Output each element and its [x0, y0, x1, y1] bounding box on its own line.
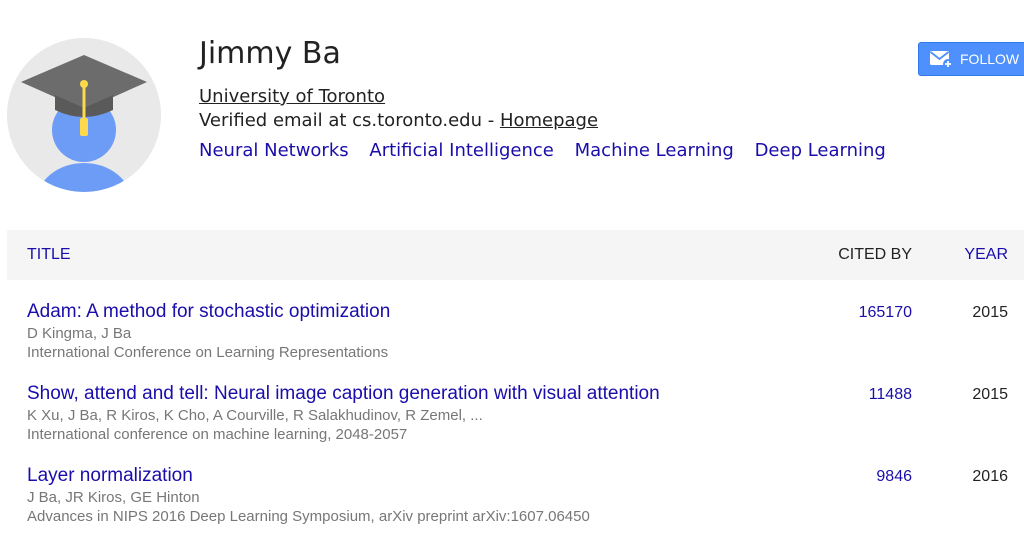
article-year: 2015: [972, 304, 1008, 321]
title-column-header[interactable]: TITLE: [27, 246, 71, 264]
cited-by-link[interactable]: 9846: [876, 468, 912, 486]
article-title-link[interactable]: Show, attend and tell: Neural image capt…: [27, 383, 660, 405]
interest-link[interactable]: Machine Learning: [575, 140, 734, 161]
follow-button[interactable]: FOLLOW: [918, 42, 1024, 76]
year-column-header[interactable]: YEAR: [964, 246, 1008, 264]
follow-label: FOLLOW: [960, 51, 1020, 67]
table-row: Show, attend and tell: Neural image capt…: [7, 383, 1024, 463]
homepage-link[interactable]: Homepage: [500, 110, 598, 131]
article-year: 2015: [972, 386, 1008, 403]
article-title-link[interactable]: Adam: A method for stochastic optimizati…: [27, 301, 390, 323]
interest-link[interactable]: Neural Networks: [199, 140, 349, 161]
interest-link[interactable]: Artificial Intelligence: [369, 140, 554, 161]
verified-email: Verified email at cs.toronto.edu - Homep…: [199, 110, 598, 131]
article-authors: K Xu, J Ba, R Kiros, K Cho, A Courville,…: [27, 407, 483, 424]
article-year: 2016: [972, 468, 1008, 485]
cited-by-column-header: CITED BY: [838, 246, 912, 263]
article-venue: International Conference on Learning Rep…: [27, 344, 389, 361]
article-title-link[interactable]: Layer normalization: [27, 465, 193, 487]
profile-avatar: [7, 38, 161, 192]
cited-by-link[interactable]: 165170: [859, 304, 912, 322]
profile-name: Jimmy Ba: [199, 36, 341, 71]
research-interests: Neural Networks Artificial Intelligence …: [199, 140, 901, 161]
affiliation-link[interactable]: University of Toronto: [199, 86, 385, 107]
graduate-cap-avatar-icon: [7, 38, 161, 192]
article-authors: J Ba, JR Kiros, GE Hinton: [27, 489, 200, 506]
interest-link[interactable]: Deep Learning: [755, 140, 886, 161]
table-row: Layer normalization J Ba, JR Kiros, GE H…: [7, 465, 1024, 545]
email-text: Verified email at cs.toronto.edu -: [199, 110, 500, 131]
cited-by-link[interactable]: 11488: [869, 386, 912, 404]
article-venue: International conference on machine lear…: [27, 426, 408, 443]
table-header: TITLE CITED BY YEAR: [7, 230, 1024, 280]
article-venue: Advances in NIPS 2016 Deep Learning Symp…: [27, 508, 590, 525]
email-follow-icon: [929, 51, 953, 69]
article-authors: D Kingma, J Ba: [27, 325, 132, 342]
table-row: Adam: A method for stochastic optimizati…: [7, 301, 1024, 381]
